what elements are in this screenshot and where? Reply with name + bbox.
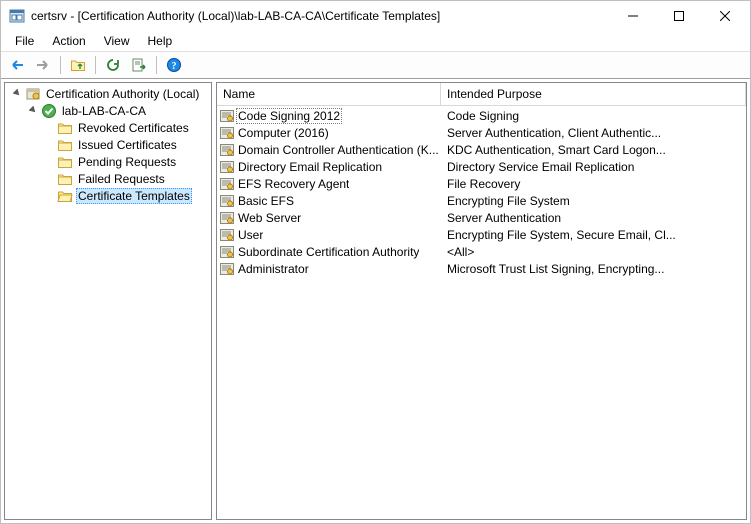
- help-button[interactable]: [162, 53, 186, 77]
- up-button[interactable]: [66, 53, 90, 77]
- app-window: certsrv - [Certification Authority (Loca…: [0, 0, 751, 524]
- item-purpose: Microsoft Trust List Signing, Encrypting…: [441, 262, 746, 276]
- tree-item-pending[interactable]: Pending Requests: [5, 153, 211, 170]
- item-purpose: KDC Authentication, Smart Card Logon...: [441, 143, 746, 157]
- list-item[interactable]: Directory Email Replication Directory Ser…: [217, 158, 746, 175]
- item-name: Subordinate Certification Authority: [238, 245, 419, 259]
- tree-item-templates[interactable]: Certificate Templates: [5, 187, 211, 204]
- tree-item-failed[interactable]: Failed Requests: [5, 170, 211, 187]
- item-name: Basic EFS: [238, 194, 294, 208]
- list-body[interactable]: Code Signing 2012Code SigningComputer (2…: [217, 106, 746, 519]
- item-purpose: Directory Service Email Replication: [441, 160, 746, 174]
- column-purpose[interactable]: Intended Purpose: [441, 83, 746, 105]
- tree-pane[interactable]: Certification Authority (Local) lab-LAB-…: [4, 82, 212, 520]
- back-button[interactable]: [5, 53, 29, 77]
- list-item[interactable]: Computer (2016) Server Authentication, Cl…: [217, 124, 746, 141]
- expander-icon[interactable]: [25, 103, 41, 119]
- item-purpose: Server Authentication, Client Authentic.…: [441, 126, 746, 140]
- tree-item-revoked[interactable]: Revoked Certificates: [5, 119, 211, 136]
- status-ok-icon: [41, 103, 57, 119]
- list-item[interactable]: Web Server Server Authentication: [217, 209, 746, 226]
- list-item[interactable]: User Encrypting File System, Secure Email…: [217, 226, 746, 243]
- maximize-button[interactable]: [656, 1, 702, 31]
- toolbar: [1, 51, 750, 79]
- certificate-icon: [219, 193, 235, 209]
- folder-icon: [57, 154, 73, 170]
- list-pane[interactable]: Name Intended Purpose Code Signing 2012C…: [216, 82, 747, 520]
- menu-help[interactable]: Help: [140, 33, 181, 49]
- tree-root[interactable]: Certification Authority (Local): [5, 85, 211, 102]
- certificate-icon: [219, 142, 235, 158]
- item-purpose: Encrypting File System, Secure Email, Cl…: [441, 228, 746, 242]
- item-purpose: Encrypting File System: [441, 194, 746, 208]
- tree-label: Certificate Templates: [76, 188, 192, 204]
- menu-view[interactable]: View: [96, 33, 138, 49]
- item-name: Computer (2016): [238, 126, 329, 140]
- certificate-icon: [219, 176, 235, 192]
- certificate-icon: [219, 159, 235, 175]
- app-icon: [9, 8, 25, 24]
- forward-button[interactable]: [31, 53, 55, 77]
- list-item[interactable]: Administrator Microsoft Trust List Signin…: [217, 260, 746, 277]
- tree-label: Revoked Certificates: [76, 121, 191, 135]
- expander-icon[interactable]: [9, 86, 25, 102]
- certificate-icon: [219, 261, 235, 277]
- certificate-icon: [219, 108, 235, 124]
- window-title: certsrv - [Certification Authority (Loca…: [31, 9, 610, 23]
- refresh-button[interactable]: [101, 53, 125, 77]
- list-item[interactable]: Basic EFS Encrypting File System: [217, 192, 746, 209]
- item-purpose: File Recovery: [441, 177, 746, 191]
- tree-label: Certification Authority (Local): [44, 87, 201, 101]
- certificate-icon: [219, 125, 235, 141]
- content-area: Certification Authority (Local) lab-LAB-…: [1, 79, 750, 523]
- certificate-icon: [219, 210, 235, 226]
- tree-item-issued[interactable]: Issued Certificates: [5, 136, 211, 153]
- item-name: Directory Email Replication: [238, 160, 382, 174]
- folder-icon: [57, 120, 73, 136]
- folder-open-icon: [57, 188, 73, 204]
- certificate-icon: [219, 244, 235, 260]
- item-purpose: Server Authentication: [441, 211, 746, 225]
- menu-action[interactable]: Action: [44, 33, 93, 49]
- tree-ca-node[interactable]: lab-LAB-CA-CA: [5, 102, 211, 119]
- item-name: EFS Recovery Agent: [238, 177, 349, 191]
- toolbar-separator: [60, 56, 61, 74]
- list-item[interactable]: Domain Controller Authentication (K...KD…: [217, 141, 746, 158]
- tree-label: lab-LAB-CA-CA: [60, 104, 148, 118]
- export-list-button[interactable]: [127, 53, 151, 77]
- item-name: Domain Controller Authentication (K...: [238, 143, 439, 157]
- folder-icon: [57, 171, 73, 187]
- list-item[interactable]: Subordinate Certification Authority <All>: [217, 243, 746, 260]
- item-name: Administrator: [238, 262, 309, 276]
- tree-label: Issued Certificates: [76, 138, 179, 152]
- certificate-icon: [219, 227, 235, 243]
- menubar: File Action View Help: [1, 31, 750, 51]
- item-name: Code Signing 2012: [236, 108, 342, 124]
- item-purpose: Code Signing: [441, 109, 746, 123]
- list-header: Name Intended Purpose: [217, 83, 746, 106]
- list-item[interactable]: EFS Recovery Agent File Recovery: [217, 175, 746, 192]
- tree-label: Failed Requests: [76, 172, 167, 186]
- item-purpose: <All>: [441, 245, 746, 259]
- toolbar-separator: [95, 56, 96, 74]
- item-name: User: [238, 228, 263, 242]
- tree-label: Pending Requests: [76, 155, 178, 169]
- item-name: Web Server: [238, 211, 301, 225]
- titlebar: certsrv - [Certification Authority (Loca…: [1, 1, 750, 31]
- toolbar-separator: [156, 56, 157, 74]
- ca-icon: [25, 86, 41, 102]
- menu-file[interactable]: File: [7, 33, 42, 49]
- list-item[interactable]: Code Signing 2012 Code Signing: [217, 107, 746, 124]
- close-button[interactable]: [702, 1, 748, 31]
- folder-icon: [57, 137, 73, 153]
- minimize-button[interactable]: [610, 1, 656, 31]
- column-name[interactable]: Name: [217, 83, 441, 105]
